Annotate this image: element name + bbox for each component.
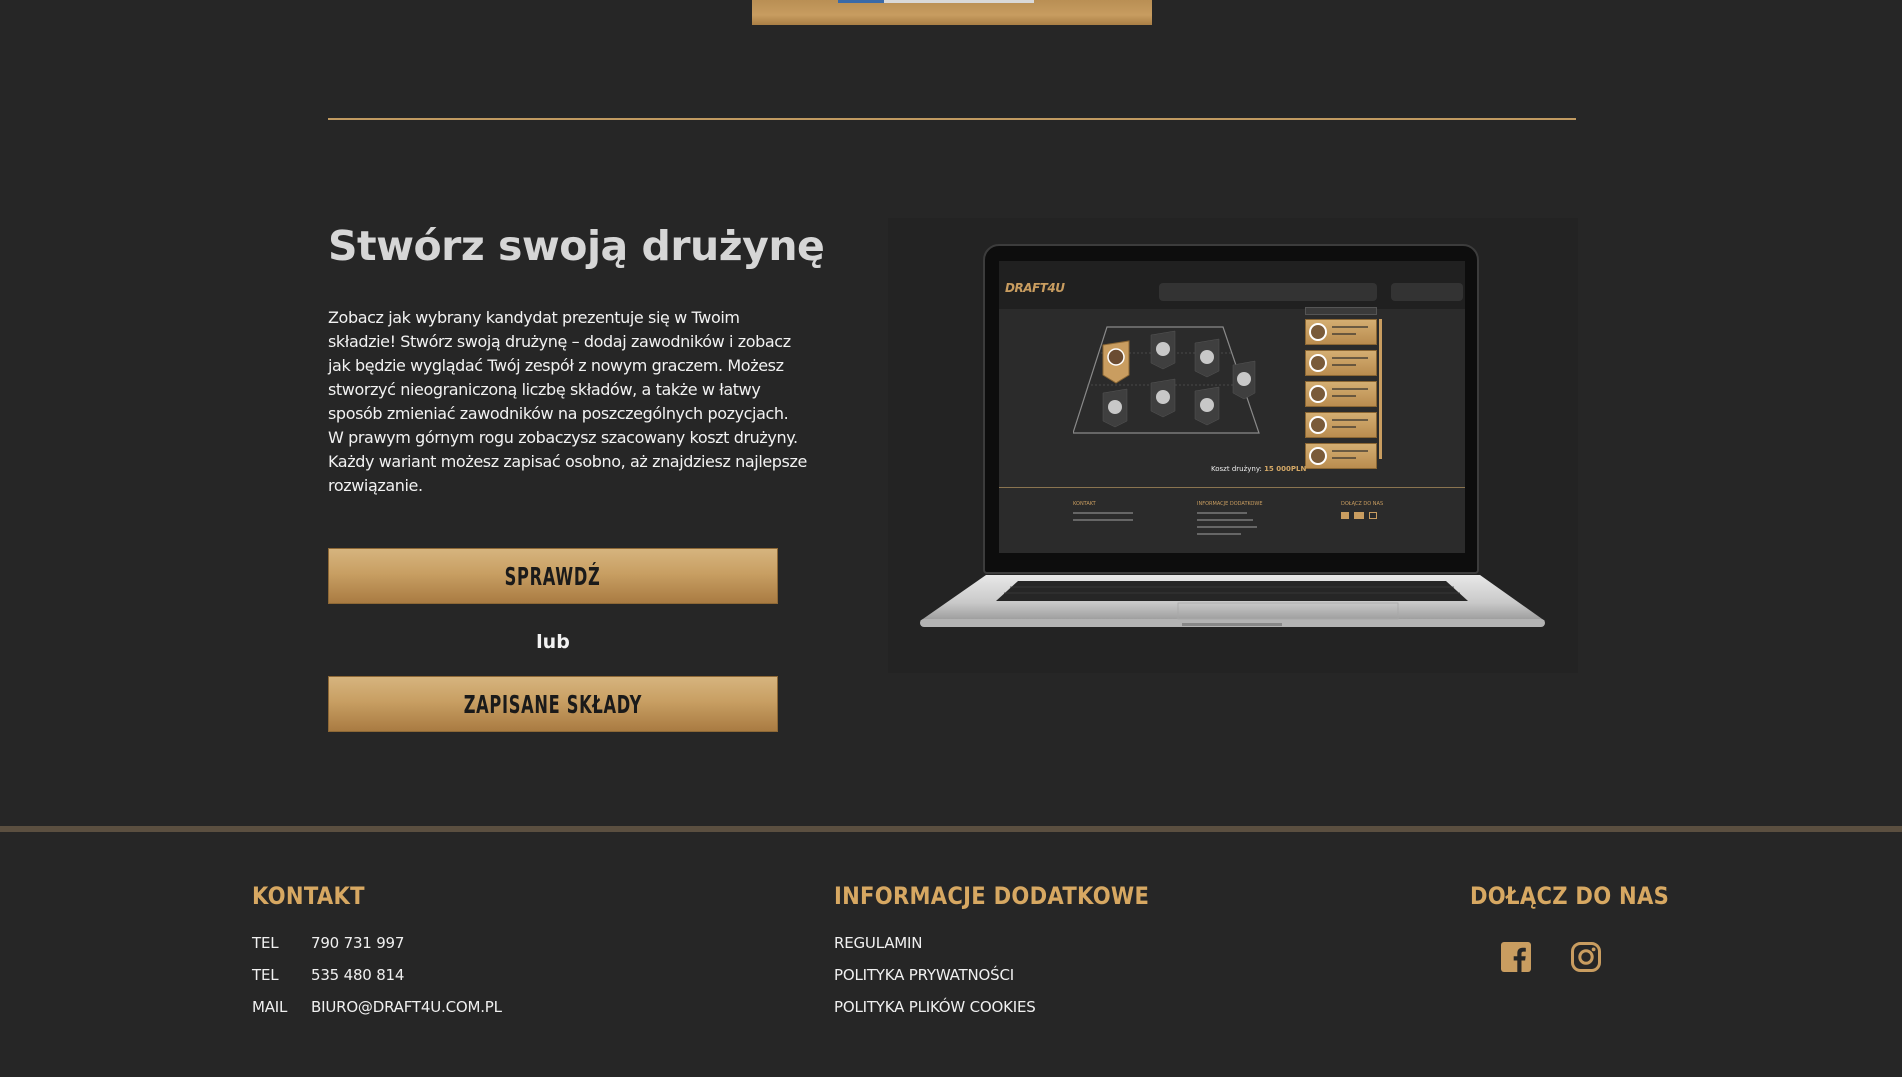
screen-footer-join: DOŁĄCZ DO NAS <box>1341 501 1384 507</box>
contact-label-mail: MAIL <box>252 998 288 1016</box>
banner-strip <box>838 0 1034 3</box>
footer-heading-info: INFORMACJE DODATKOWE <box>834 882 1150 910</box>
saved-squads-button[interactable]: ZAPISANE SKŁADY <box>328 676 778 732</box>
check-button[interactable]: SPRAWDŹ <box>328 548 778 604</box>
screen-logo: DRAFT4U <box>1005 281 1065 295</box>
screen-content: DRAFT4U Koszt drużyny: 15 000PLN KONTAKT… <box>999 261 1465 553</box>
facebook-icon[interactable] <box>1500 941 1532 973</box>
screen-pitch <box>1073 326 1260 434</box>
screen-menu-right <box>1391 283 1463 301</box>
saved-squads-button-label: ZAPISANE SKŁADY <box>463 689 643 719</box>
contact-phone-2[interactable]: 535 480 814 <box>311 966 404 984</box>
screen-navbar: DRAFT4U <box>999 261 1465 309</box>
section-divider <box>328 118 1576 120</box>
footer-heading-join: DOŁĄCZ DO NAS <box>1470 882 1670 910</box>
section-description: Zobacz jak wybrany kandydat prezentuje s… <box>328 308 807 495</box>
screen-footer-kontakt: KONTAKT <box>1073 501 1096 507</box>
page: Stwórz swoją drużynę Zobacz jak wybrany … <box>0 0 1902 1077</box>
link-regulamin[interactable]: REGULAMIN <box>834 934 922 952</box>
laptop-mockup-image: DRAFT4U Koszt drużyny: 15 000PLN KONTAKT… <box>888 218 1578 673</box>
link-privacy-policy[interactable]: POLITYKA PRYWATNOŚCI <box>834 966 1014 984</box>
screen-player-cards <box>1305 307 1382 473</box>
screen-cost: Koszt drużyny: 15 000PLN <box>1211 465 1307 473</box>
top-banner-image[interactable] <box>752 0 1152 25</box>
or-label: lub <box>536 631 570 653</box>
section-title: Stwórz swoją drużynę <box>328 222 825 270</box>
contact-label-tel: TEL <box>252 966 279 984</box>
contact-email[interactable]: BIURO@DRAFT4U.COM.PL <box>311 998 502 1016</box>
screen-menu <box>1159 283 1377 301</box>
screen-footer-line <box>999 487 1465 488</box>
footer-top-border <box>0 826 1902 832</box>
laptop-base <box>920 575 1545 627</box>
instagram-icon[interactable] <box>1570 941 1602 973</box>
footer-heading-kontakt: KONTAKT <box>252 882 365 910</box>
laptop-screen: DRAFT4U Koszt drużyny: 15 000PLN KONTAKT… <box>983 244 1479 574</box>
contact-label-tel: TEL <box>252 934 279 952</box>
check-button-label: SPRAWDŹ <box>505 561 601 591</box>
link-cookies-policy[interactable]: POLITYKA PLIKÓW COOKIES <box>834 998 1036 1016</box>
screen-footer-info: INFORMACJE DODATKOWE <box>1197 501 1263 507</box>
contact-phone-1[interactable]: 790 731 997 <box>311 934 404 952</box>
